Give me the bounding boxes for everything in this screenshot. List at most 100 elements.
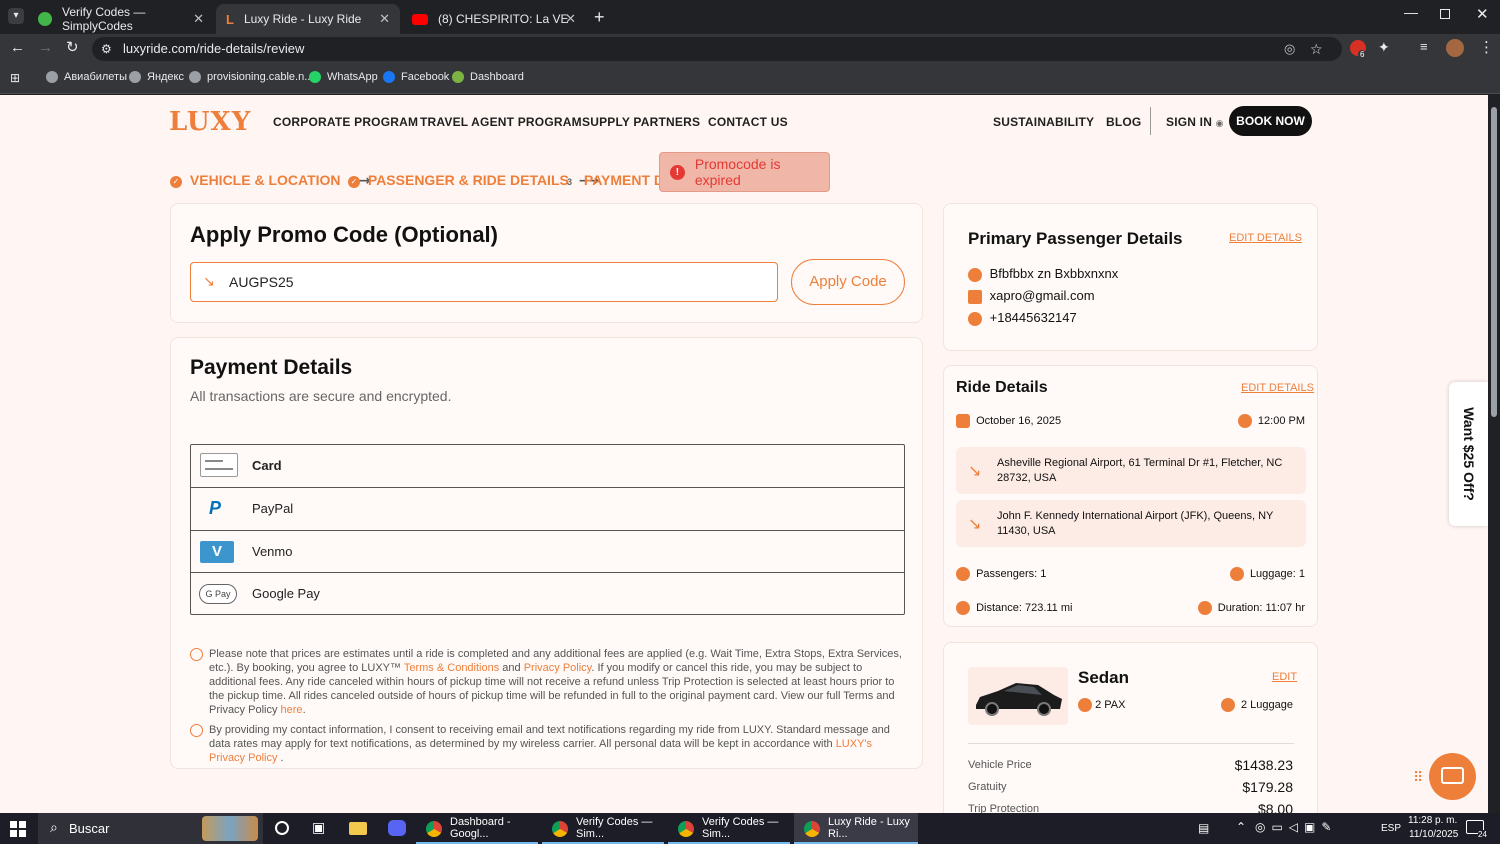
here-link[interactable]: here xyxy=(281,704,303,716)
close-tab-icon[interactable]: ✕ xyxy=(565,11,576,27)
apply-code-button[interactable]: Apply Code xyxy=(791,259,905,305)
taskbar-app-verify-codes-2[interactable]: Verify Codes — Sim... xyxy=(668,813,790,844)
vehicle-pax: 2 PAX xyxy=(1078,698,1125,712)
nav-contact-us[interactable]: CONTACT US xyxy=(708,115,788,129)
address-bar[interactable]: ⚙ luxyride.com/ride-details/review ◎ ☆ xyxy=(92,37,1342,61)
bookmark-whatsapp[interactable]: WhatsApp xyxy=(309,71,378,83)
taskbar-app-dashboard[interactable]: Dashboard - Googl... xyxy=(416,813,538,844)
media-control-icon[interactable]: ≡ xyxy=(1420,39,1428,54)
edit-ride-link[interactable]: EDIT DETAILS xyxy=(1241,382,1314,394)
nav-sustainability[interactable]: SUSTAINABILITY xyxy=(993,115,1094,129)
sign-in-link[interactable]: SIGN IN ◉ xyxy=(1166,115,1224,129)
discord-icon[interactable] xyxy=(388,820,406,836)
apps-grid-icon[interactable]: ⊞ xyxy=(10,71,20,85)
browser-tab-youtube[interactable]: (8) CHESPIRITO: La VERDAD qu ✕ xyxy=(402,4,586,34)
facebook-icon xyxy=(383,71,395,83)
bookmark-yandex[interactable]: Яндекс xyxy=(129,71,184,83)
venmo-icon: V xyxy=(200,541,234,563)
privacy-policy-link[interactable]: Privacy Policy xyxy=(524,662,592,674)
back-arrow-icon[interactable]: ← xyxy=(10,39,25,56)
tab-search-chevron-icon[interactable]: ▾ xyxy=(8,8,24,24)
clock-time[interactable]: 11:28 p. m. xyxy=(1408,815,1457,826)
payment-method-card[interactable]: Card xyxy=(191,445,904,486)
luxy-logo[interactable]: LUXY xyxy=(169,107,251,137)
windows-start-icon[interactable] xyxy=(10,821,26,837)
payment-method-google-pay[interactable]: G Pay Google Pay xyxy=(191,572,904,614)
sedan-car-image xyxy=(968,667,1068,725)
terms-conditions-link[interactable]: Terms & Conditions xyxy=(404,662,499,674)
close-window-icon[interactable]: ✕ xyxy=(1476,5,1489,23)
tray-chevron-icon[interactable]: ⌃ xyxy=(1236,820,1246,834)
payment-method-paypal[interactable]: P PayPal xyxy=(191,487,904,529)
input-language[interactable]: ESP xyxy=(1381,823,1401,834)
nav-blog[interactable]: BLOG xyxy=(1106,115,1141,129)
new-tab-plus-icon[interactable]: + xyxy=(594,7,605,28)
taskbar-app-verify-codes-1[interactable]: Verify Codes — Sim... xyxy=(542,813,664,844)
page-scrollbar[interactable] xyxy=(1488,95,1500,813)
clock-date[interactable]: 11/10/2025 xyxy=(1409,829,1458,840)
reload-icon[interactable]: ↻ xyxy=(66,38,79,56)
browser-tab-luxy[interactable]: L Luxy Ride - Luxy Ride ✕ xyxy=(216,4,400,34)
consent-radio[interactable] xyxy=(190,724,203,737)
site-info-icon[interactable]: ⚙ xyxy=(101,37,112,61)
file-explorer-icon[interactable] xyxy=(349,822,367,835)
step-vehicle-location[interactable]: ✓ VEHICLE & LOCATION ⟶ xyxy=(170,172,371,189)
minimize-window-icon[interactable]: — xyxy=(1404,4,1418,20)
ride-passengers: Passengers: 1 xyxy=(956,567,1046,581)
step-payment[interactable]: 3 PAYMENT D xyxy=(567,172,659,188)
user-icon xyxy=(956,567,970,581)
book-now-button[interactable]: BOOK NOW xyxy=(1229,106,1312,136)
step-passenger-ride-details[interactable]: ✓ PASSENGER & RIDE DETAILS ⟶ xyxy=(348,172,599,189)
bookmark-provisioning[interactable]: provisioning.cable.n... xyxy=(189,71,313,83)
extensions-puzzle-icon[interactable]: ✦ xyxy=(1378,39,1390,56)
taskbar-search-box[interactable]: ⌕ Buscar xyxy=(38,813,263,844)
paypal-icon: P xyxy=(209,498,222,518)
restore-window-icon[interactable] xyxy=(1440,9,1450,19)
pickup-location[interactable]: ↘ Asheville Regional Airport, 61 Termina… xyxy=(956,447,1306,494)
drag-handle-icon[interactable]: ⠿ xyxy=(1413,769,1423,786)
payment-title: Payment Details xyxy=(190,356,353,379)
bookmark-dashboard[interactable]: Dashboard xyxy=(452,71,524,83)
ride-details-card: Ride Details EDIT DETAILS October 16, 20… xyxy=(943,365,1318,627)
keyboard-icon[interactable]: ▤ xyxy=(1198,821,1209,835)
terms-radio[interactable] xyxy=(190,648,203,661)
nav-travel-agent-program[interactable]: TRAVEL AGENT PROGRAM xyxy=(420,115,582,129)
nav-corporate-program[interactable]: CORPORATE PROGRAM xyxy=(273,115,418,129)
scrollbar-thumb[interactable] xyxy=(1491,107,1497,417)
eye-slash-icon[interactable]: ◎ xyxy=(1284,37,1295,61)
want-25-off-side-tab[interactable]: Want $25 Off? xyxy=(1449,382,1488,526)
task-view-icon[interactable]: ▣ xyxy=(312,819,325,836)
edit-passenger-link[interactable]: EDIT DETAILS xyxy=(1229,232,1302,244)
simplycodes-favicon-icon xyxy=(38,12,52,26)
payment-method-venmo[interactable]: V Venmo xyxy=(191,530,904,572)
promo-code-input[interactable]: ↘ AUGPS25 xyxy=(190,262,778,302)
pickup-address: Asheville Regional Airport, 61 Terminal … xyxy=(997,457,1283,484)
ride-title: Ride Details xyxy=(956,379,1048,396)
ride-time: 12:00 PM xyxy=(1237,414,1305,428)
bookmark-facebook[interactable]: Facebook xyxy=(383,71,449,83)
arrow-down-right-icon: ↘ xyxy=(203,273,215,289)
search-icon: ⌕ xyxy=(50,819,58,835)
payment-method-label: Card xyxy=(252,457,282,473)
edit-vehicle-link[interactable]: EDIT xyxy=(1272,671,1297,683)
nav-supply-partners[interactable]: SUPPLY PARTNERS xyxy=(582,115,700,129)
menu-kebab-icon[interactable]: ⋮ xyxy=(1479,38,1494,56)
user-icon xyxy=(968,267,982,282)
chat-widget-button[interactable] xyxy=(1429,753,1476,800)
dropoff-location[interactable]: ↘ John F. Kennedy International Airport … xyxy=(956,500,1306,547)
luggage-icon xyxy=(1229,567,1244,581)
chrome-icon xyxy=(552,821,568,837)
browser-tab-simplycodes[interactable]: Verify Codes — SimplyCodes ✕ xyxy=(28,4,214,34)
forward-arrow-icon[interactable]: → xyxy=(38,39,53,56)
profile-avatar[interactable] xyxy=(1446,39,1464,57)
terms-note: Please note that prices are estimates un… xyxy=(209,648,902,716)
bookmark-star-icon[interactable]: ☆ xyxy=(1310,37,1323,61)
luggage-icon xyxy=(1220,698,1235,712)
cortana-circle-icon[interactable] xyxy=(275,821,289,835)
passenger-title: Primary Passenger Details xyxy=(968,229,1183,248)
close-tab-icon[interactable]: ✕ xyxy=(379,11,390,27)
close-tab-icon[interactable]: ✕ xyxy=(193,11,204,27)
taskbar-app-luxy-ride[interactable]: Luxy Ride - Luxy Ri... xyxy=(794,813,918,844)
bookmark-aviabilety[interactable]: Авиабилеты xyxy=(46,71,127,83)
ride-duration: Duration: 11:07 hr xyxy=(1197,601,1305,615)
